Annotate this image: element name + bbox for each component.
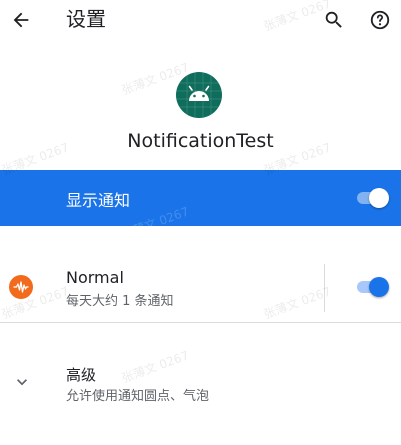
channel-switch[interactable] xyxy=(353,277,389,297)
advanced-row[interactable]: 高级 允许使用通知圆点、气泡 xyxy=(0,352,401,412)
chevron-down-icon xyxy=(17,379,27,386)
show-notifications-label: 显示通知 xyxy=(66,191,131,210)
arrow-back-icon xyxy=(13,12,29,28)
advanced-title: 高级 xyxy=(66,366,97,384)
channel-subtitle: 每天大约 1 条通知 xyxy=(66,294,174,309)
divider xyxy=(0,322,401,323)
search-button[interactable] xyxy=(319,5,349,35)
show-notifications-switch[interactable] xyxy=(353,188,389,208)
channel-title: Normal xyxy=(66,268,124,287)
page-title: 设置 xyxy=(66,7,106,31)
channel-icon xyxy=(9,275,33,299)
vertical-divider xyxy=(324,264,325,312)
search-icon xyxy=(325,11,342,28)
android-icon xyxy=(176,72,222,118)
app-icon xyxy=(176,72,222,118)
app-name: NotificationTest xyxy=(127,130,274,152)
help-circle-icon xyxy=(370,10,390,30)
channel-row-normal[interactable]: Normal 每天大约 1 条通知 xyxy=(0,248,401,322)
back-button[interactable] xyxy=(6,5,36,35)
show-notifications-row[interactable]: 显示通知 xyxy=(0,170,401,226)
waveform-icon xyxy=(13,281,29,293)
advanced-subtitle: 允许使用通知圆点、气泡 xyxy=(66,389,210,404)
top-app-bar: 设置 xyxy=(0,0,401,40)
help-button[interactable] xyxy=(365,5,395,35)
